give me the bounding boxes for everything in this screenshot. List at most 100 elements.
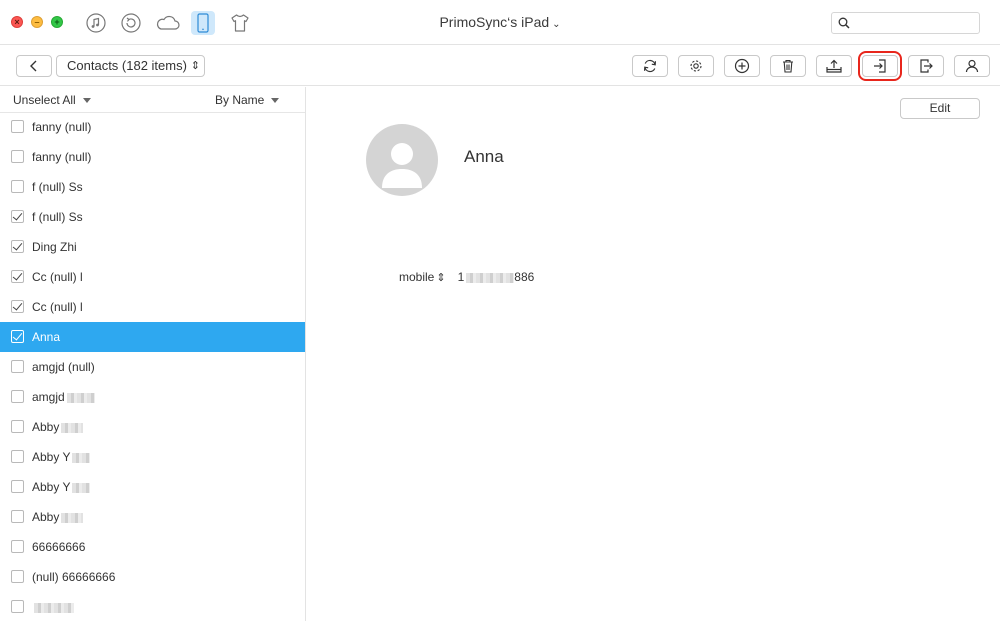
sort-dropdown[interactable]: By Name [215,93,280,107]
contact-row-label [32,600,74,614]
unselect-all-label: Unselect All [13,93,76,107]
redacted-text [72,482,91,493]
contact-row-label: Cc (null) l [32,300,83,314]
phone-number-prefix: 1 [457,270,465,284]
device-name: PrimoSync‘s iPad [439,14,550,30]
contact-row-label: Abby [32,420,84,434]
contact-row[interactable]: fanny (null) [0,142,305,172]
contact-row-label: 66666666 [32,540,85,554]
import-button[interactable] [858,51,902,81]
settings-button[interactable] [678,55,714,77]
contact-row-name: Anna [32,330,61,344]
contact-row[interactable] [0,592,305,621]
back-button[interactable] [16,55,52,77]
contact-checkbox[interactable] [11,240,24,253]
redacted-digits [466,272,515,283]
updown-arrows-icon: ⇕ [190,60,200,72]
contact-row-name: fanny (null) [32,120,92,134]
contact-row[interactable]: Abby [0,502,305,532]
toolbar: Contacts (182 items) ⇕ [0,46,1000,86]
category-select[interactable]: Contacts (182 items) ⇕ [56,55,205,77]
search-input[interactable] [856,15,976,31]
contact-checkbox[interactable] [11,480,24,493]
merge-contacts-button[interactable] [954,55,990,77]
import-icon [874,59,886,73]
contact-row-name: Abby Y [32,450,71,464]
refresh-button[interactable] [632,55,668,77]
contact-row[interactable]: Abby Y [0,472,305,502]
contact-row-name: Cc (null) l [32,270,83,284]
contact-checkbox[interactable] [11,270,24,283]
plus-circle-icon [734,58,750,74]
chevron-down-icon: ⌄ [552,19,561,30]
unselect-all-dropdown[interactable]: Unselect All [13,93,91,107]
contact-row[interactable]: (null) 66666666 [0,562,305,592]
contact-list-panel: Unselect All By Name fanny (null) fanny (… [0,87,306,621]
delete-button[interactable] [770,55,806,77]
contact-checkbox[interactable] [11,390,24,403]
person-silhouette-icon [382,143,422,188]
contact-list: fanny (null) fanny (null) f (null) Ss f (nu… [0,112,305,621]
contact-row-label: Ding Zhi [32,240,77,254]
contact-checkbox[interactable] [11,150,24,163]
phone-type-select[interactable]: mobile ⇕ [399,270,446,284]
person-icon [965,59,979,73]
sort-label: By Name [215,93,265,107]
export-to-computer-button[interactable] [816,55,852,77]
gear-icon [690,60,702,72]
export-to-computer-icon [826,59,842,73]
transfer-to-device-button[interactable] [908,55,944,77]
phone-type-label: mobile [399,270,435,284]
contact-row-label: Anna [32,330,60,344]
contact-checkbox[interactable] [11,510,24,523]
contact-row-name: 66666666 [32,540,86,554]
title-bar: × – + PrimoSync‘s iPad ⌄ [0,0,1000,45]
caret-down-icon [271,98,280,104]
contact-checkbox[interactable] [11,300,24,313]
contact-row[interactable]: f (null) Ss [0,172,305,202]
contact-row-label: fanny (null) [32,150,91,164]
contact-checkbox[interactable] [11,120,24,133]
contact-checkbox[interactable] [11,540,24,553]
contact-row[interactable]: Abby Y [0,442,305,472]
contact-checkbox[interactable] [11,330,24,343]
contact-row-label: Abby Y [32,450,91,464]
caret-down-icon [82,98,91,104]
contact-row[interactable]: Ding Zhi [0,232,305,262]
contact-row[interactable]: amgjd [0,382,305,412]
contact-row[interactable]: 66666666 [0,532,305,562]
contact-row-name: Abby [32,510,60,524]
search-box[interactable] [831,12,980,34]
contact-name: Anna [464,147,504,166]
search-icon [838,17,850,32]
contact-row-name: Abby Y [32,480,71,494]
contact-checkbox[interactable] [11,210,24,223]
transfer-to-device-icon [920,59,933,73]
contact-checkbox[interactable] [11,570,24,583]
category-label: Contacts (182 items) [67,58,187,73]
contact-row-name: amgjd (null) [32,360,95,374]
contact-checkbox[interactable] [11,180,24,193]
contact-row[interactable]: Cc (null) l [0,292,305,322]
edit-button[interactable]: Edit [900,98,980,119]
contact-row[interactable]: Anna [0,322,305,352]
contact-row-name: Abby [32,420,60,434]
phone-number-suffix: 886 [514,270,535,284]
add-button[interactable] [724,55,760,77]
contact-row[interactable]: Cc (null) l [0,262,305,292]
contact-row-name: (null) 66666666 [32,570,116,584]
contact-checkbox[interactable] [11,600,24,613]
contact-row-name: f (null) Ss [32,210,83,224]
trash-icon [783,59,793,73]
contact-row[interactable]: amgjd (null) [0,352,305,382]
contact-row[interactable]: fanny (null) [0,112,305,142]
contact-row-label: Abby [32,510,84,524]
contact-row[interactable]: f (null) Ss [0,202,305,232]
phone-row: mobile ⇕ 1 886 [399,270,534,284]
contact-row-label: Cc (null) l [32,270,83,284]
contact-checkbox[interactable] [11,360,24,373]
contact-row-name: Ding Zhi [32,240,77,254]
contact-checkbox[interactable] [11,450,24,463]
contact-row[interactable]: Abby [0,412,305,442]
contact-checkbox[interactable] [11,420,24,433]
